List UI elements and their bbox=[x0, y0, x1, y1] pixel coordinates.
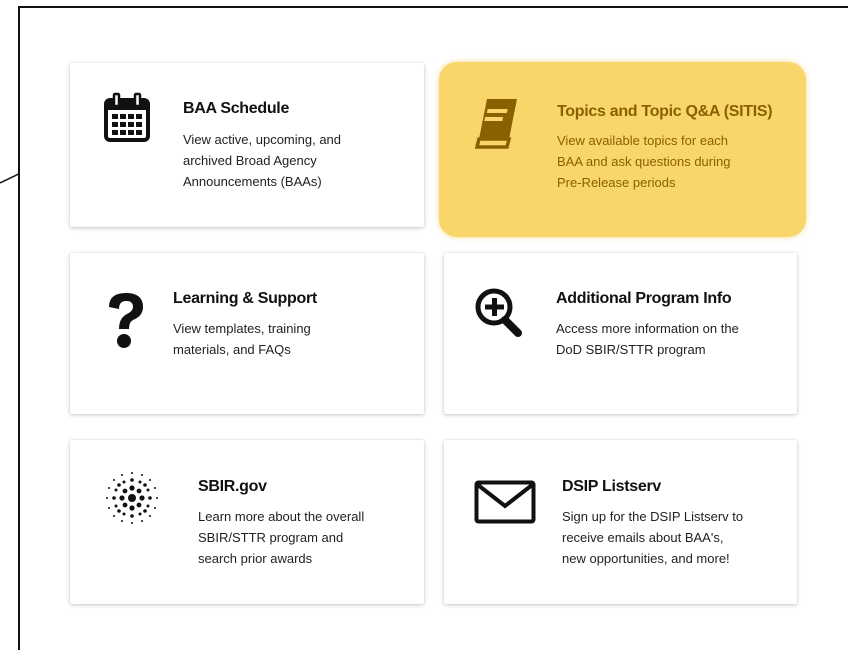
sbir-gov-card[interactable]: SBIR.gov Learn more about the overall SB… bbox=[70, 440, 424, 604]
card-title: SBIR.gov bbox=[198, 478, 267, 495]
card-title: BAA Schedule bbox=[183, 100, 290, 117]
card-title: Additional Program Info bbox=[556, 290, 732, 307]
question-mark-icon bbox=[109, 293, 143, 348]
zoom-in-icon bbox=[475, 288, 522, 337]
sbir-starburst-icon bbox=[106, 472, 158, 524]
book-icon bbox=[475, 99, 517, 149]
card-title: Learning & Support bbox=[173, 290, 317, 307]
card-description: Learn more about the overall SBIR/STTR p… bbox=[198, 509, 365, 566]
envelope-icon bbox=[474, 480, 536, 524]
calendar-icon bbox=[104, 92, 150, 142]
card-description: Sign up for the DSIP Listserv to receive… bbox=[562, 509, 744, 566]
additional-program-info-card[interactable]: Additional Program Info Access more info… bbox=[444, 253, 797, 414]
dsip-listserv-card[interactable]: DSIP Listserv Sign up for the DSIP Lists… bbox=[444, 440, 797, 604]
topics-card[interactable]: Topics and Topic Q&A (SITIS) View availa… bbox=[439, 62, 806, 237]
card-description: View templates, training materials, and … bbox=[173, 321, 311, 357]
card-title: Topics and Topic Q&A (SITIS) bbox=[557, 103, 773, 120]
learning-support-card[interactable]: Learning & Support View templates, train… bbox=[70, 253, 424, 414]
card-description: View available topics for each BAA and a… bbox=[557, 133, 731, 190]
card-description: Access more information on the DoD SBIR/… bbox=[556, 321, 739, 357]
card-description: View active, upcoming, and archived Broa… bbox=[183, 132, 342, 189]
baa-schedule-card[interactable]: BAA Schedule View active, upcoming, and … bbox=[70, 63, 424, 227]
card-title: DSIP Listserv bbox=[562, 478, 661, 495]
